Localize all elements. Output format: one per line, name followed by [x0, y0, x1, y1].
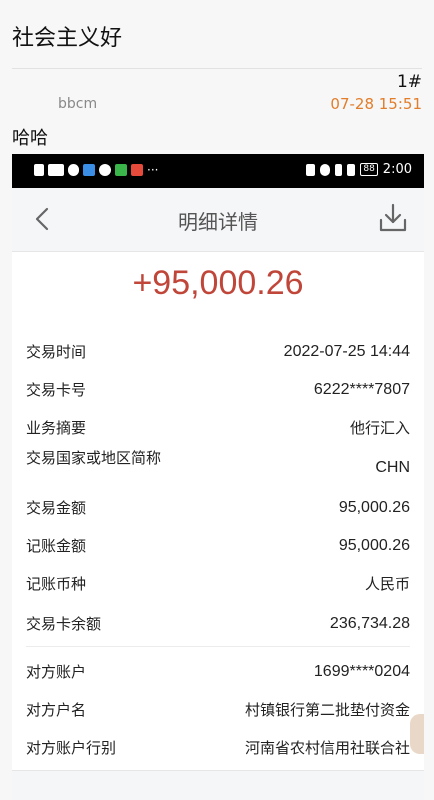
status-icons-left: ···: [34, 163, 158, 177]
vibrate-icon: [347, 163, 356, 176]
detail-label: 交易金额: [26, 499, 87, 517]
alarm-icon: [320, 163, 331, 176]
counterparty-row: 对方账户 1699****0204: [26, 662, 410, 696]
counterparty-label: 对方户名: [26, 701, 87, 719]
title-divider: [12, 68, 422, 69]
detail-row: 业务摘要 他行汇入: [26, 418, 410, 452]
detail-value: 95,000.26: [338, 499, 410, 516]
floor-number: 1#: [396, 72, 422, 92]
counterparty-row: 对方账户行别 河南省农村信用社联合社: [26, 738, 410, 772]
detail-value: 2022-07-25 14:44: [283, 343, 410, 360]
detail-value: 236,734.28: [329, 615, 410, 632]
detail-row: 交易时间 2022-07-25 14:44: [26, 342, 410, 376]
more-icon: ···: [147, 163, 159, 177]
detail-row: 交易卡余额 236,734.28: [26, 614, 410, 648]
status-time: 2:00: [382, 162, 412, 177]
detail-value: CHN: [375, 459, 410, 476]
app-icon: [83, 164, 95, 176]
status-bar: ··· 88 2:00: [12, 154, 424, 188]
chat-icon: [68, 164, 79, 176]
counterparty-value: 村镇银行第二批垫付资金: [244, 701, 410, 719]
app-icon: [99, 164, 111, 176]
bluetooth-icon: [335, 163, 343, 176]
app-bar: 明细详情: [12, 188, 424, 252]
bottom-panel: [12, 770, 424, 800]
status-icons-right: 88 2:00: [306, 162, 412, 177]
detail-row: 记账金额 95,000.26: [26, 536, 410, 570]
detail-label: 交易卡余额: [26, 615, 102, 633]
detail-label: 交易国家或地区简称: [26, 449, 162, 467]
detail-label: 记账币种: [26, 575, 87, 593]
nfc-icon: [306, 163, 316, 176]
detail-row: 记账币种 人民币: [26, 574, 410, 608]
nfc-icon: [34, 164, 44, 176]
detail-label: 记账金额: [26, 537, 87, 555]
post-time: 07-28 15:51: [330, 95, 422, 113]
detail-value: 他行汇入: [349, 419, 410, 437]
app-icon: [131, 164, 143, 176]
counterparty-label: 对方账户行别: [26, 739, 117, 757]
download-icon: [379, 203, 407, 232]
floating-widget[interactable]: [410, 714, 424, 754]
detail-row: 交易金额 95,000.26: [26, 498, 410, 532]
detail-row: 交易国家或地区简称 CHN: [26, 448, 410, 492]
counterparty-value: 河南省农村信用社联合社: [244, 739, 410, 757]
section-divider: [26, 646, 410, 647]
detail-label: 交易时间: [26, 343, 87, 361]
download-button[interactable]: [378, 202, 408, 234]
username[interactable]: bbcm: [58, 96, 97, 112]
counterparty-value: 1699****0204: [313, 663, 410, 680]
forum-title: 社会主义好: [12, 26, 123, 51]
phone-screenshot: ··· 88 2:00 明细详情 +95,000.26 交易时间 2022-07…: [12, 154, 424, 800]
page-title: 明细详情: [178, 210, 258, 234]
detail-value: 95,000.26: [338, 537, 410, 554]
counterparty-row: 对方户名 村镇银行第二批垫付资金: [26, 700, 410, 734]
detail-value: 6222****7807: [313, 381, 410, 398]
battery-icon: 88: [360, 163, 378, 176]
detail-label: 业务摘要: [26, 419, 87, 437]
detail-row: 交易卡号 6222****7807: [26, 380, 410, 414]
signal-icon: [48, 164, 64, 176]
post-body: 哈哈: [12, 128, 48, 149]
detail-value: 人民币: [364, 575, 410, 593]
counterparty-label: 对方账户: [26, 663, 87, 681]
detail-label: 交易卡号: [26, 381, 87, 399]
transaction-amount: +95,000.26: [132, 264, 304, 302]
app-icon: [115, 164, 127, 176]
